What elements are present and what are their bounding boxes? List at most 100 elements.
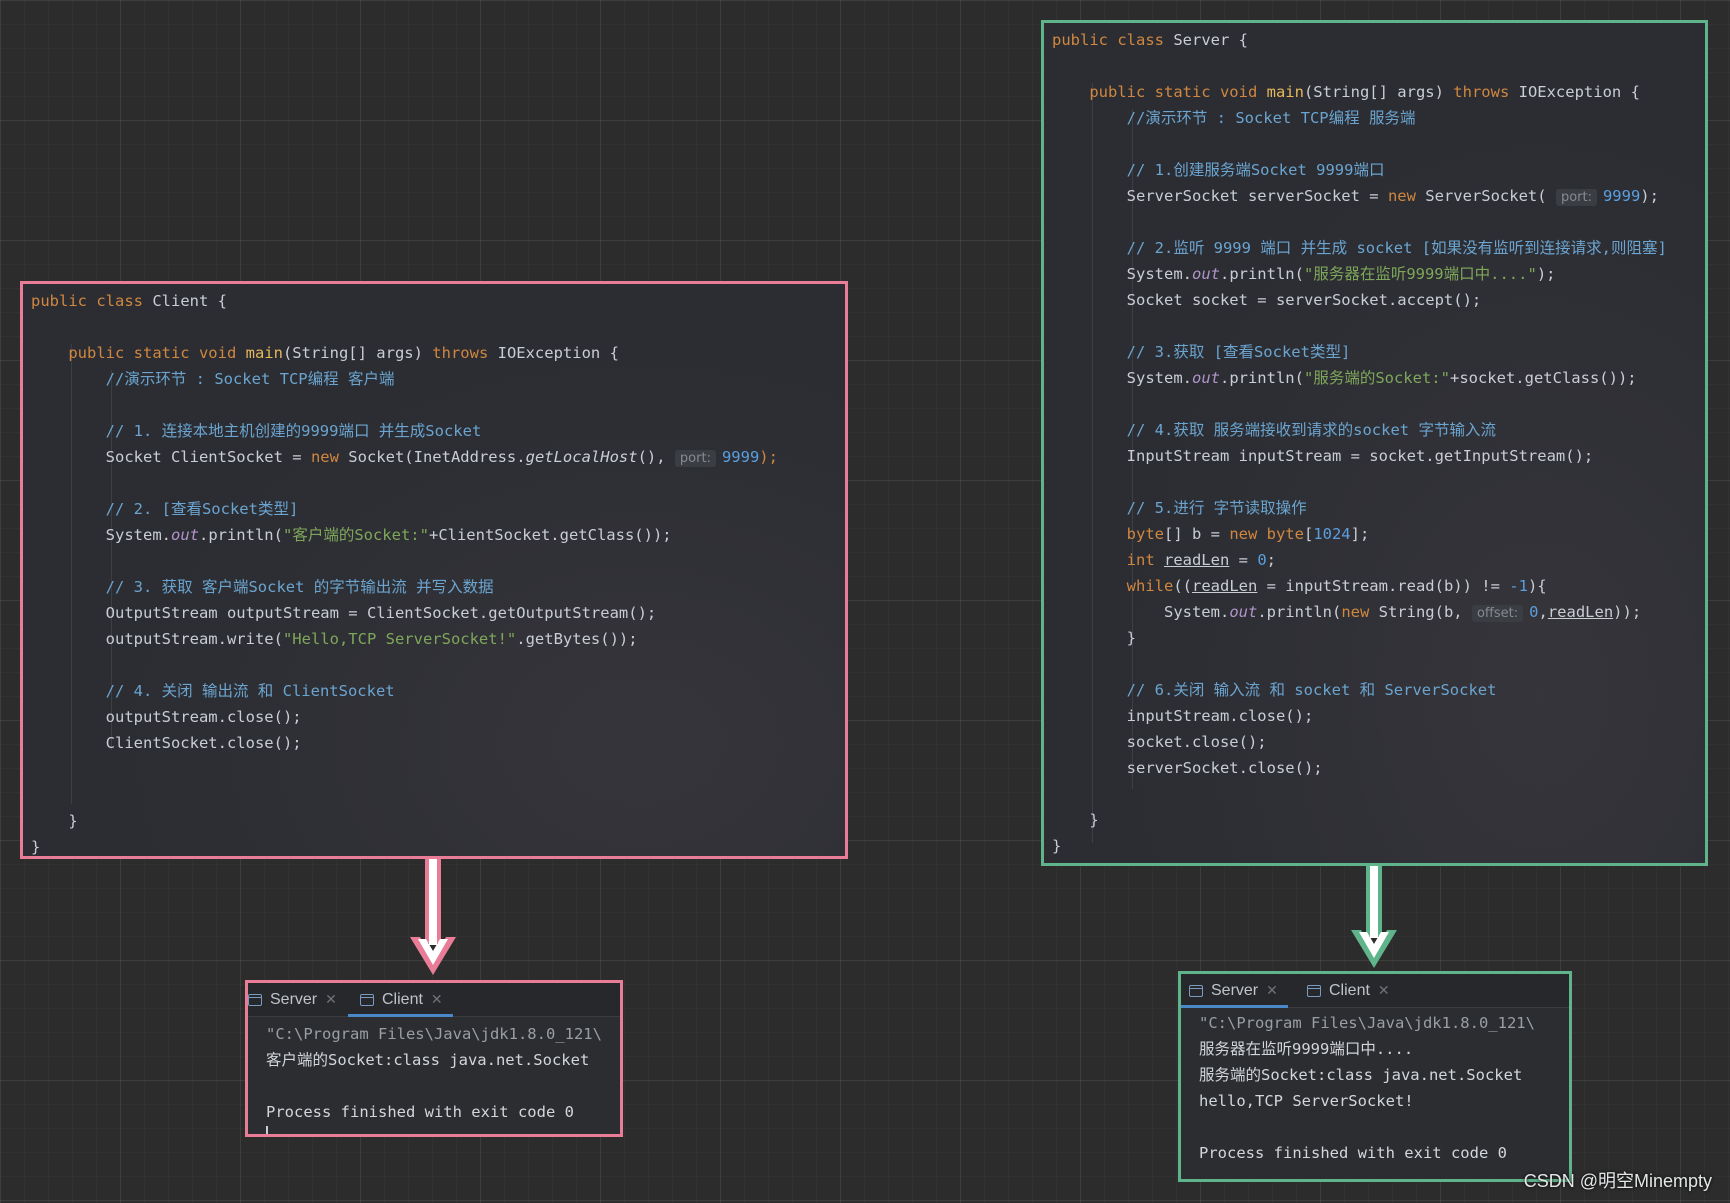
close-icon[interactable]: ✕: [1378, 983, 1390, 999]
code-token: .println(: [1257, 603, 1342, 621]
code-token: ;: [1266, 551, 1276, 569]
code-token: //演示环节 : Socket TCP编程 服务端: [1126, 109, 1416, 127]
code-line: Socket ClientSocket = new Socket(InetAdd…: [31, 444, 778, 472]
code-line: System.out.println("服务器在监听9999端口中....");: [1052, 261, 1556, 287]
tab-label: Server: [1211, 981, 1259, 999]
code-line: Socket socket = serverSocket.accept();: [1052, 287, 1482, 313]
code-token: .println(: [198, 526, 283, 544]
code-token: [] b =: [1163, 525, 1230, 543]
code-line: outputStream.close();: [31, 704, 302, 730]
code-token: +ClientSocket.getClass());: [428, 526, 672, 544]
code-line: System.out.println("客户端的Socket:"+ClientS…: [31, 522, 672, 548]
code-line: // 1. 连接本地主机创建的9999端口 并生成Socket: [31, 418, 482, 444]
code-token: );: [1640, 187, 1659, 205]
tab-label: Client: [1329, 981, 1370, 999]
code-token: System.: [31, 526, 171, 544]
code-token: main: [245, 344, 283, 362]
code-line: }: [1052, 807, 1099, 833]
code-token: while: [1126, 577, 1174, 595]
code-line: // 2. [查看Socket类型]: [31, 496, 299, 522]
console-line: hello,TCP ServerSocket!: [1199, 1092, 1414, 1110]
code-token: "客户端的Socket:": [282, 526, 429, 544]
code-token: byte: [1126, 525, 1164, 543]
code-token: ,: [1538, 603, 1548, 621]
code-token: .getBytes());: [516, 630, 638, 648]
console-line: Process finished with exit code 0: [266, 1103, 574, 1121]
code-token: getLocalHost: [525, 448, 638, 466]
code-token: // 4. 关闭 输出流 和 ClientSocket: [105, 682, 395, 700]
tab-label: Server: [270, 990, 318, 1008]
close-icon[interactable]: ✕: [431, 992, 443, 1008]
code-line: InputStream inputStream = socket.getInpu…: [1052, 443, 1594, 469]
code-token: readLen: [1192, 577, 1258, 595]
watermark: CSDN @明空Minempty: [1523, 1171, 1712, 1191]
code-line: socket.close();: [1052, 729, 1267, 755]
code-line: }: [1052, 833, 1061, 859]
code-token: // 2.监听 9999 端口 并生成 socket [如果没有监听到连接请求,…: [1126, 239, 1667, 257]
code-token: out: [1191, 265, 1220, 283]
code-token: public static void: [68, 344, 246, 362]
code-line: System.out.println(new String(b, offset:…: [1052, 599, 1641, 627]
console-icon: [1307, 984, 1321, 997]
code-line: }: [31, 808, 78, 834]
client-code-editor[interactable]: public class Client { public static void…: [31, 288, 841, 856]
code-line: ClientSocket.close();: [31, 730, 302, 756]
code-token: -1: [1509, 577, 1528, 595]
code-line: serverSocket.close();: [1052, 755, 1323, 781]
code-token: ((: [1173, 577, 1192, 595]
code-token: 9999: [721, 448, 760, 466]
code-token: }: [1052, 837, 1062, 855]
text-caret: [266, 1126, 268, 1134]
code-token: [: [1303, 525, 1314, 543]
code-token: 0: [1257, 551, 1267, 569]
code-token: }: [1052, 811, 1099, 829]
code-token: = inputStream.read(b)) !=: [1257, 577, 1510, 595]
code-token: new: [310, 448, 349, 466]
tab-client[interactable]: Client ✕: [1301, 974, 1390, 1007]
code-token: out: [1229, 603, 1258, 621]
code-token: // 6.关闭 输入流 和 socket 和 ServerSocket: [1126, 681, 1497, 699]
close-icon[interactable]: ✕: [1266, 983, 1278, 999]
code-token: (String[] args): [282, 344, 433, 362]
code-line: OutputStream outputStream = ClientSocket…: [31, 600, 657, 626]
code-line: public static void main(String[] args) t…: [31, 340, 619, 366]
console-icon: [1189, 984, 1203, 997]
code-line: public class Server {: [1052, 27, 1248, 53]
code-token: Socket socket = serverSocket.accept();: [1052, 291, 1482, 309]
code-token: throws: [1453, 83, 1519, 101]
code-line: // 2.监听 9999 端口 并生成 socket [如果没有监听到连接请求,…: [1052, 235, 1667, 261]
code-token: "服务器在监听9999端口中....": [1303, 265, 1537, 283]
down-arrow-icon: [410, 859, 456, 975]
close-icon[interactable]: ✕: [325, 992, 337, 1008]
console-tab-bar: Server ✕ Client ✕: [248, 983, 620, 1017]
tab-client[interactable]: Client ✕: [348, 983, 453, 1017]
code-token: OutputStream outputStream = ClientSocket…: [31, 604, 657, 622]
server-code-editor[interactable]: public class Server { public static void…: [1052, 27, 1701, 859]
code-token: ];: [1350, 525, 1370, 543]
code-token: IOException {: [497, 344, 619, 362]
tab-server[interactable]: Server ✕: [248, 983, 344, 1016]
code-line: // 1.创建服务端Socket 9999端口: [1052, 157, 1385, 183]
code-token: );: [1536, 265, 1556, 283]
tab-label: Client: [382, 990, 423, 1008]
tab-server[interactable]: Server ✕: [1181, 974, 1288, 1008]
code-token: }: [31, 812, 78, 830]
code-token: socket.close();: [1052, 733, 1267, 751]
code-token: IOException {: [1518, 83, 1640, 101]
code-token: // 3.获取 [查看Socket类型]: [1126, 343, 1351, 361]
code-token: //演示环节 : Socket TCP编程 客户端: [105, 370, 395, 388]
code-line: // 3.获取 [查看Socket类型]: [1052, 339, 1351, 365]
code-token: System.: [1052, 369, 1192, 387]
code-token: );: [759, 448, 778, 466]
code-token: readLen: [1547, 603, 1614, 621]
code-token: +socket.getClass());: [1449, 369, 1637, 387]
